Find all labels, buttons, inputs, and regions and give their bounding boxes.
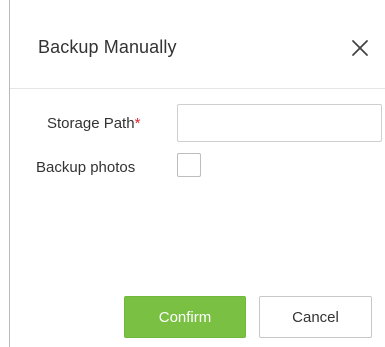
dialog-title: Backup Manually: [38, 37, 177, 57]
storage-path-input[interactable]: [177, 104, 382, 142]
close-icon: [352, 40, 368, 56]
dialog-header: Backup Manually: [10, 0, 385, 88]
storage-path-label-text: Storage Path: [47, 115, 135, 132]
header-divider: [10, 88, 385, 89]
backup-dialog: Backup Manually Storage Path* Backup pho…: [0, 0, 385, 347]
backup-photos-label: Backup photos: [36, 159, 136, 176]
required-mark: *: [134, 115, 141, 132]
confirm-button[interactable]: Confirm: [124, 296, 246, 338]
storage-path-label: Storage Path*: [47, 115, 140, 132]
cancel-button[interactable]: Cancel: [259, 296, 372, 338]
close-button[interactable]: [349, 37, 371, 59]
backup-photos-checkbox[interactable]: [177, 153, 201, 177]
